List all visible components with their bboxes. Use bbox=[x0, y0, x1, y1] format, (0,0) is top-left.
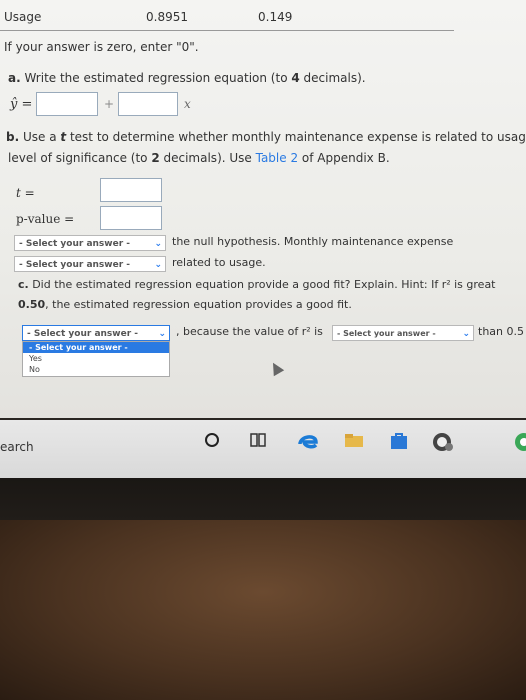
part-b-prompt-line1: b. Use a t test to determine whether mon… bbox=[6, 130, 526, 144]
dropdown-option-placeholder[interactable]: - Select your answer - bbox=[23, 342, 169, 353]
dropdown-option-no[interactable]: No bbox=[23, 364, 169, 375]
part-c-prompt-line1: c. Did the estimated regression equation… bbox=[18, 278, 496, 291]
part-b-prompt-line2: level of significance (to 2 decimals). U… bbox=[8, 151, 390, 165]
browser-content: Usage 0.8951 0.149 If your answer is zer… bbox=[0, 0, 526, 418]
hypothesis-text: the null hypothesis. Monthly maintenance… bbox=[172, 235, 454, 248]
file-explorer-icon[interactable] bbox=[344, 432, 364, 451]
hypothesis-select[interactable]: - Select your answer - ⌄ bbox=[14, 235, 166, 251]
part-b-line2-c: of Appendix B. bbox=[298, 151, 390, 165]
zero-instruction: If your answer is zero, enter "0". bbox=[4, 40, 199, 54]
part-b-decimals: 2 bbox=[151, 151, 160, 165]
than-text: than 0.5 bbox=[478, 325, 524, 338]
cortana-icon[interactable] bbox=[204, 432, 220, 451]
part-c-line1: Did the estimated regression equation pr… bbox=[32, 278, 496, 291]
part-a-label: a. bbox=[8, 71, 21, 85]
chevron-down-icon: ⌄ bbox=[462, 329, 470, 339]
good-fit-select-value: - Select your answer - bbox=[27, 329, 139, 339]
part-a-text: Write the estimated regression equation … bbox=[24, 71, 292, 85]
store-icon[interactable] bbox=[390, 432, 408, 453]
table-cell-value-1: 0.8951 bbox=[146, 10, 188, 24]
comparison-select[interactable]: - Select your answer - ⌄ bbox=[332, 325, 474, 341]
monitor-bezel bbox=[0, 478, 526, 520]
edge-icon[interactable] bbox=[298, 432, 318, 453]
p-value-label: p-value = bbox=[16, 212, 75, 226]
slope-input[interactable] bbox=[118, 92, 178, 116]
p-value-input[interactable] bbox=[100, 206, 162, 230]
x-variable: x bbox=[184, 97, 191, 111]
part-a-prompt: a. Write the estimated regression equati… bbox=[8, 71, 366, 85]
part-a-text-end: decimals). bbox=[299, 71, 366, 85]
chrome-icon[interactable] bbox=[510, 432, 526, 455]
good-fit-dropdown-list[interactable]: - Select your answer - Yes No bbox=[22, 341, 170, 377]
part-b-line2-a: level of significance (to bbox=[8, 151, 152, 165]
table-cell-value-2: 0.149 bbox=[258, 10, 293, 24]
part-b-line2-b: decimals). Use bbox=[159, 151, 256, 165]
data-table-row: Usage 0.8951 0.149 bbox=[4, 8, 524, 30]
task-view-icon[interactable] bbox=[250, 432, 266, 451]
chevron-down-icon: ⌄ bbox=[154, 260, 162, 270]
relation-select-value: - Select your answer - bbox=[19, 260, 131, 270]
hypothesis-select-value: - Select your answer - bbox=[19, 239, 131, 249]
desk-surface bbox=[0, 520, 526, 700]
mouse-cursor-icon bbox=[267, 359, 285, 377]
relation-select[interactable]: - Select your answer - ⌄ bbox=[14, 256, 166, 272]
appendix-link[interactable]: Table 2 bbox=[256, 151, 298, 165]
chevron-down-icon: ⌄ bbox=[158, 329, 166, 339]
t-label: t = bbox=[16, 186, 35, 200]
taskbar-search-box[interactable]: earch bbox=[0, 440, 34, 454]
good-fit-select[interactable]: - Select your answer - ⌄ bbox=[22, 325, 170, 341]
plus-sign: + bbox=[104, 97, 115, 111]
part-c-prompt-line2: 0.50, the estimated regression equation … bbox=[18, 298, 352, 311]
yhat-label: ŷ = bbox=[10, 97, 33, 112]
because-text: , because the value of r² is bbox=[176, 325, 323, 338]
dropdown-option-yes[interactable]: Yes bbox=[23, 353, 169, 364]
chevron-down-icon: ⌄ bbox=[154, 239, 162, 249]
part-b-text-b: test to determine whether monthly mainte… bbox=[66, 130, 526, 144]
table-cell-usage: Usage bbox=[4, 10, 42, 24]
table-divider bbox=[0, 30, 454, 31]
xbox-icon[interactable] bbox=[430, 432, 454, 455]
relation-text: related to usage. bbox=[172, 256, 266, 269]
comparison-select-value: - Select your answer - bbox=[337, 329, 436, 338]
t-stat-input[interactable] bbox=[100, 178, 162, 202]
intercept-input[interactable] bbox=[36, 92, 98, 116]
part-c-label: c. bbox=[18, 278, 29, 291]
part-b-text-a: Use a bbox=[22, 130, 61, 144]
threshold-value: 0.50 bbox=[18, 298, 46, 311]
part-a-decimals: 4 bbox=[291, 71, 300, 85]
part-c-line2: , the estimated regression equation prov… bbox=[45, 298, 352, 311]
part-b-label: b. bbox=[6, 130, 20, 144]
